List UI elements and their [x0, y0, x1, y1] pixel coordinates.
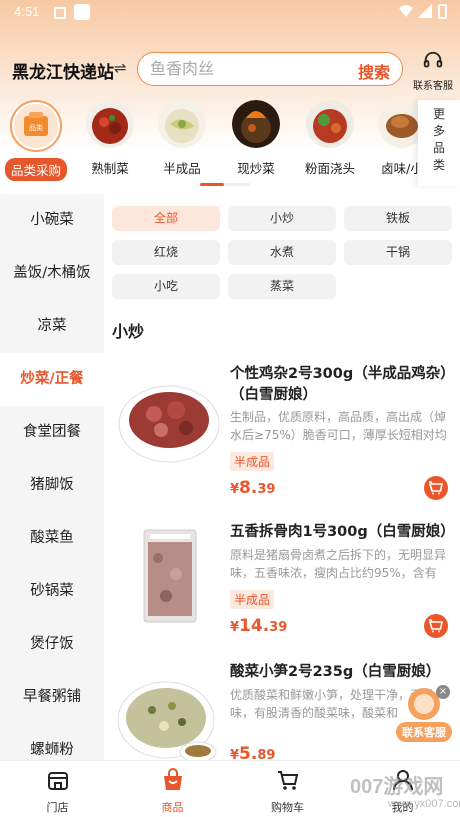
product-badge: 半成品 — [230, 590, 275, 609]
product-card[interactable]: 五香拆骨肉1号300g（白雪厨娘） 原料是猪扇骨卤煮之后拆下的，无明显异味，五香… — [104, 522, 460, 672]
customer-service-button[interactable]: 联系客服 — [408, 50, 458, 92]
search-bar[interactable]: 搜索 — [137, 52, 403, 86]
filter-tag[interactable]: 蒸菜 — [228, 274, 336, 299]
category-semi-finished[interactable]: 半成品 — [148, 100, 216, 177]
more-char: 品 — [432, 141, 445, 155]
nav-label: 商品 — [161, 801, 184, 814]
filter-tag[interactable]: 水煮 — [228, 240, 336, 265]
signal-icon — [418, 4, 432, 18]
product-list-panel: 全部 小炒 铁板 红烧 水煮 干锅 小吃 蒸菜 小炒 个性鸡杂2号300g（半成… — [104, 194, 460, 760]
location-label[interactable]: 黑龙江快递站 — [12, 58, 114, 83]
section-title: 小炒 — [112, 318, 150, 342]
product-image — [117, 681, 217, 760]
more-char: 更 — [432, 107, 445, 121]
sidebar-item[interactable]: 凉菜 — [0, 300, 104, 353]
category-procurement[interactable]: 品类 品类采购 — [2, 100, 70, 181]
sidebar-item[interactable]: 煲仔饭 — [0, 618, 104, 671]
nav-products[interactable]: 商品 — [115, 767, 230, 815]
sidebar-item[interactable]: 小碗菜 — [0, 194, 104, 247]
category-cooked[interactable]: 熟制菜 — [76, 100, 144, 177]
product-image — [143, 529, 197, 623]
search-button[interactable]: 搜索 — [358, 59, 390, 83]
floating-service-label: 联系客服 — [402, 725, 447, 739]
status-bar: 4:51 — [0, 0, 460, 26]
app-notification-icon — [74, 4, 90, 20]
nav-store[interactable]: 门店 — [0, 767, 115, 815]
cart-icon — [428, 481, 443, 495]
section-title-text: 小炒 — [112, 322, 145, 341]
battery-icon — [438, 4, 447, 19]
filter-tag[interactable]: 铁板 — [344, 206, 452, 231]
product-description: 原料是猪扇骨卤煮之后拆下的，无明显异味，五香味浓，瘦肉占比约95%，含有 — [230, 548, 447, 580]
category-noodle-topping[interactable]: 粉面浇头 — [296, 100, 364, 177]
filter-tag[interactable]: 干锅 — [344, 240, 452, 265]
close-float-button[interactable]: × — [436, 685, 450, 699]
sidebar-item[interactable]: 早餐粥铺 — [0, 671, 104, 724]
filter-tag[interactable]: 小炒 — [228, 206, 336, 231]
filter-tag-active[interactable]: 全部 — [112, 206, 220, 231]
cart-icon — [428, 619, 443, 633]
category-stir-fry[interactable]: 现炒菜 — [222, 100, 290, 177]
category-row: 品类 品类采购 熟制菜 半成品 现炒菜 粉面浇头 卤味/小 — [0, 100, 460, 182]
cooked-dish-image — [86, 100, 134, 148]
cart-icon — [277, 771, 298, 790]
sidebar-item[interactable]: 食堂团餐 — [0, 406, 104, 459]
semi-finished-image — [158, 100, 206, 148]
service-label: 联系客服 — [413, 81, 453, 92]
category-label: 熟制菜 — [91, 161, 129, 176]
procurement-icon: 品类 — [10, 100, 62, 152]
headset-icon — [423, 51, 443, 68]
wifi-icon — [399, 5, 413, 17]
procurement-icon-text: 品类 — [29, 123, 43, 132]
search-input[interactable] — [150, 59, 340, 78]
product-title: 五香拆骨肉1号300g（白雪厨娘） — [230, 524, 455, 540]
switch-location-icon[interactable]: ⇌ — [114, 59, 127, 77]
filter-tag[interactable]: 红烧 — [112, 240, 220, 265]
category-sidebar: 小碗菜 盖饭/木桶饭 凉菜 炒菜/正餐 食堂团餐 猪脚饭 酸菜鱼 砂锅菜 煲仔饭… — [0, 194, 104, 760]
add-to-cart-button[interactable] — [424, 614, 448, 638]
add-to-cart-button[interactable] — [424, 476, 448, 500]
sidebar-item-active[interactable]: 炒菜/正餐 — [0, 353, 104, 406]
sidebar-item[interactable]: 盖饭/木桶饭 — [0, 247, 104, 300]
more-char: 类 — [432, 158, 445, 172]
product-badge: 半成品 — [230, 452, 275, 471]
sidebar-item[interactable]: 酸菜鱼 — [0, 512, 104, 565]
category-label: 粉面浇头 — [304, 161, 355, 176]
store-icon — [47, 772, 68, 790]
shopping-bag-icon — [163, 768, 182, 790]
top-header: 黑龙江快递站 ⇌ 搜索 联系客服 — [0, 50, 460, 92]
nav-cart[interactable]: 购物车 — [230, 767, 345, 815]
product-title: 酸菜小笋2号235g（白雪厨娘） — [230, 664, 441, 680]
category-label: 半成品 — [163, 161, 201, 176]
product-description: 生制品，优质原料，高品质，高出成（焯水后≥75%）脆香可口，薄厚长短相对均 — [230, 410, 447, 442]
more-categories-button[interactable]: 更 多 品 类 — [418, 100, 460, 186]
sidebar-item[interactable]: 猪脚饭 — [0, 459, 104, 512]
stir-fry-image — [232, 100, 280, 148]
nav-label: 门店 — [46, 801, 69, 814]
product-title: 个性鸡杂2号300g（半成品鸡杂）（白雪厨娘） — [230, 366, 448, 403]
product-price: ¥8.39 — [230, 478, 276, 498]
product-image — [118, 385, 220, 463]
noodle-topping-image — [306, 100, 354, 148]
watermark-url: www.yx007.com — [388, 798, 460, 810]
product-price: ¥14.39 — [230, 616, 288, 636]
category-label: 品类采购 — [4, 158, 67, 181]
category-scroll-indicator — [200, 183, 250, 186]
more-char: 多 — [432, 124, 445, 138]
filter-tag[interactable]: 小吃 — [112, 274, 220, 299]
nav-label: 购物车 — [271, 801, 304, 814]
notification-icon — [54, 7, 66, 19]
category-label: 现炒菜 — [237, 161, 275, 176]
status-time: 4:51 — [14, 4, 40, 19]
product-card[interactable]: 个性鸡杂2号300g（半成品鸡杂）（白雪厨娘） 生制品，优质原料，高品质，高出成… — [104, 364, 460, 514]
sidebar-item[interactable]: 砂锅菜 — [0, 565, 104, 618]
product-price: ¥5.89 — [230, 744, 276, 760]
watermark: 007游戏网 — [350, 776, 444, 798]
